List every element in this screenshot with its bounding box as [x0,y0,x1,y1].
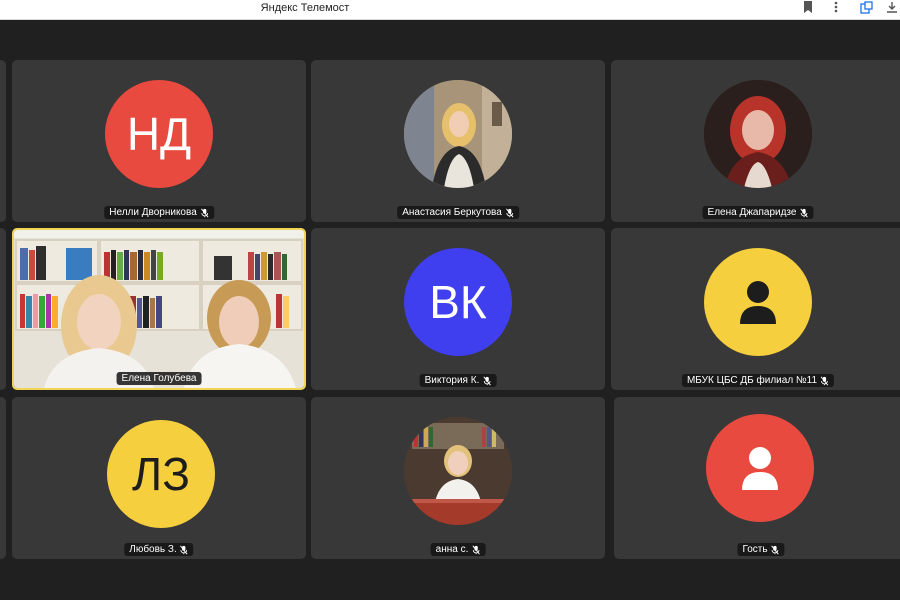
participant-nameplate: Гость [737,543,785,556]
bookmark-icon[interactable] [800,1,816,17]
participant-tile-offscreen [0,228,6,390]
avatar [706,414,814,522]
participant-tile[interactable]: МБУК ЦБС ДБ филиал №11 [611,228,900,390]
avatar: НД [105,80,213,188]
participant-name: анна с. [435,544,469,555]
avatar-initials: ЛЗ [132,448,190,500]
avatar: ВК [404,248,512,356]
participant-nameplate: анна с. [430,543,486,556]
avatar-photo [704,80,812,188]
participant-tile-offscreen [0,60,6,222]
participant-tile[interactable]: анна с. [311,397,605,559]
mic-muted-icon [200,208,208,217]
avatar-photo [404,417,512,525]
avatar: ЛЗ [107,420,215,528]
participant-name: Виктория К. [424,375,480,386]
person-icon [742,447,778,490]
mic-muted-icon [180,545,188,554]
participant-photo [404,417,512,525]
browser-titlebar: Яндекс Телемост [0,0,900,20]
participant-tile[interactable]: НД Нелли Дворникова [12,60,306,222]
window-title: Яндекс Телемост [260,2,350,14]
participant-nameplate: Анастасия Беркутова [397,206,519,219]
avatar [704,248,812,356]
participant-tile[interactable]: ВК Виктория К. [311,228,605,390]
participant-nameplate: Елена Голубева [116,372,202,385]
participant-tile[interactable]: Гость [614,397,900,559]
participant-name: Гость [742,544,768,555]
participant-nameplate: Елена Джапаридзе [702,206,814,219]
participant-tile-active-speaker[interactable]: Елена Голубева [12,228,306,390]
participant-tile-offscreen [0,397,6,559]
participant-video [14,230,304,388]
participant-name: Любовь З. [129,544,177,555]
mic-muted-icon [505,208,513,217]
participant-name: Елена Голубева [121,373,197,384]
participant-name: МБУК ЦБС ДБ филиал №11 [686,375,818,386]
person-icon [740,281,776,324]
participant-tile[interactable]: ЛЗ Любовь З. [12,397,306,559]
participant-photo [404,80,512,188]
mic-muted-icon [820,376,829,385]
participant-nameplate: Виктория К. [419,374,497,387]
participant-nameplate: Любовь З. [124,543,194,556]
avatar-initials: ВК [429,276,487,328]
participant-name: Анастасия Беркутова [402,207,502,218]
participant-name: Нелли Дворникова [109,207,197,218]
participant-tile[interactable]: Анастасия Беркутова [311,60,605,222]
mic-muted-icon [800,208,808,217]
participant-photo [704,80,812,188]
mic-muted-icon [771,545,779,554]
participant-tile[interactable]: Елена Джапаридзе [611,60,900,222]
download-icon[interactable] [884,1,900,17]
participant-name: Елена Джапаридзе [707,207,797,218]
participant-nameplate: МБУК ЦБС ДБ филиал №11 [681,374,835,387]
more-vert-icon[interactable] [828,1,844,17]
mic-muted-icon [472,545,480,554]
avatar-photo [404,80,512,188]
mic-muted-icon [483,376,491,385]
participant-nameplate: Нелли Дворникова [104,206,214,219]
avatar-initials: НД [126,108,192,160]
extensions-icon[interactable] [858,1,874,17]
